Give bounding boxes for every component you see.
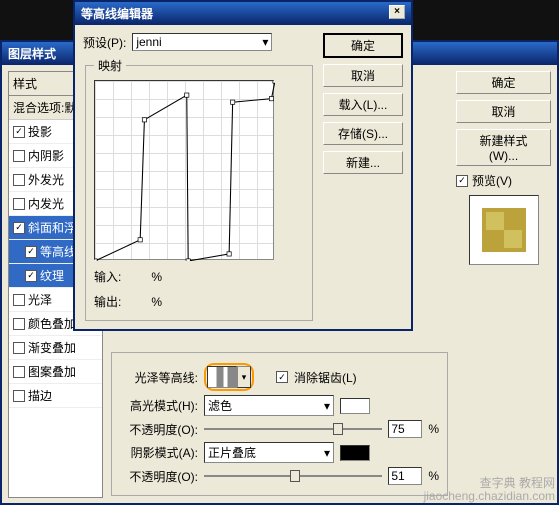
style-label: 图案叠加 xyxy=(28,363,76,380)
ok-button[interactable]: 确定 xyxy=(456,71,551,94)
shadow-mode-label: 阴影模式(A): xyxy=(120,444,198,461)
gloss-contour-swatch[interactable] xyxy=(207,366,237,388)
style-checkbox[interactable] xyxy=(13,150,25,162)
style-checkbox[interactable]: ✓ xyxy=(25,246,37,258)
style-checkbox[interactable] xyxy=(13,342,25,354)
close-icon[interactable]: × xyxy=(389,5,405,19)
style-checkbox[interactable] xyxy=(13,174,25,186)
output-label: 输出: xyxy=(94,293,121,310)
footer-watermark: 查字典 教程网 jiaocheng.chazidian.com xyxy=(424,477,555,503)
highlight-color-swatch[interactable] xyxy=(340,398,370,414)
shadow-opacity-value[interactable]: 51 xyxy=(388,467,422,485)
shadow-opacity-slider[interactable] xyxy=(204,468,382,484)
preset-label: 预设(P): xyxy=(83,34,126,51)
highlight-mode-select[interactable]: 滤色▾ xyxy=(204,395,334,416)
highlight-mode-label: 高光模式(H): xyxy=(120,397,198,414)
style-checkbox[interactable]: ✓ xyxy=(13,222,25,234)
style-label: 渐变叠加 xyxy=(28,339,76,356)
contour-editor-dialog: 等高线编辑器 × 预设(P): jenni▾ 映射 输入: % xyxy=(73,0,413,331)
preview-checkbox[interactable]: ✓ xyxy=(456,175,468,187)
shadow-opacity-label: 不透明度(O): xyxy=(120,468,198,485)
new-style-button[interactable]: 新建样式(W)... xyxy=(456,129,551,166)
style-checkbox[interactable]: ✓ xyxy=(13,126,25,138)
antialias-checkbox[interactable]: ✓ xyxy=(276,371,288,383)
chevron-down-icon: ▾ xyxy=(262,35,268,49)
gloss-contour-dropdown[interactable]: ▾ xyxy=(237,366,251,388)
style-label: 内阴影 xyxy=(28,147,64,164)
contour-cancel-button[interactable]: 取消 xyxy=(323,64,403,87)
style-item-描边[interactable]: 描边 xyxy=(9,384,102,408)
style-label: 光泽 xyxy=(28,291,52,308)
style-label: 纹理 xyxy=(40,267,64,284)
style-item-渐变叠加[interactable]: 渐变叠加 xyxy=(9,336,102,360)
contour-new-button[interactable]: 新建... xyxy=(323,151,403,174)
contour-load-button[interactable]: 载入(L)... xyxy=(323,93,403,116)
layer-style-right-column: 确定 取消 新建样式(W)... ✓ 预览(V) xyxy=(456,71,551,498)
highlight-opacity-value[interactable]: 75 xyxy=(388,420,422,438)
mapping-fieldset: 映射 输入: % 输出: % xyxy=(85,57,313,321)
highlight-opacity-label: 不透明度(O): xyxy=(120,421,198,438)
style-checkbox[interactable] xyxy=(13,390,25,402)
style-label: 等高线 xyxy=(40,243,76,260)
style-label: 外发光 xyxy=(28,171,64,188)
chevron-down-icon: ▾ xyxy=(324,399,330,413)
gloss-contour-label: 光泽等高线: xyxy=(120,369,198,386)
contour-editor-titlebar[interactable]: 等高线编辑器 × xyxy=(75,2,411,25)
chevron-down-icon: ▾ xyxy=(324,446,330,460)
contour-ok-button[interactable]: 确定 xyxy=(323,33,403,58)
shadow-mode-select[interactable]: 正片叠底▾ xyxy=(204,442,334,463)
style-label: 颜色叠加 xyxy=(28,315,76,332)
contour-graph[interactable] xyxy=(94,80,274,260)
cancel-button[interactable]: 取消 xyxy=(456,100,551,123)
preview-label: 预览(V) xyxy=(472,172,512,189)
bevel-settings: 光泽等高线: ▾ ✓ 消除锯齿(L) 高光模式(H): 滤色▾ 不透明度(O): xyxy=(111,352,448,496)
style-checkbox[interactable] xyxy=(13,318,25,330)
mapping-legend: 映射 xyxy=(94,57,126,74)
style-label: 内发光 xyxy=(28,195,64,212)
preset-select[interactable]: jenni▾ xyxy=(132,33,272,51)
input-unit: % xyxy=(151,270,162,284)
shadow-color-swatch[interactable] xyxy=(340,445,370,461)
style-checkbox[interactable] xyxy=(13,294,25,306)
style-checkbox[interactable] xyxy=(13,198,25,210)
antialias-label: 消除锯齿(L) xyxy=(294,369,357,386)
input-label: 输入: xyxy=(94,268,121,285)
style-label: 投影 xyxy=(28,123,52,140)
preview-thumbnail xyxy=(482,208,526,252)
style-item-图案叠加[interactable]: 图案叠加 xyxy=(9,360,102,384)
style-checkbox[interactable]: ✓ xyxy=(25,270,37,282)
preview-box xyxy=(469,195,539,265)
style-checkbox[interactable] xyxy=(13,366,25,378)
highlight-opacity-slider[interactable] xyxy=(204,421,382,437)
contour-save-button[interactable]: 存储(S)... xyxy=(323,122,403,145)
style-label: 描边 xyxy=(28,387,52,404)
gloss-contour-highlight: ▾ xyxy=(204,363,254,391)
output-unit: % xyxy=(151,295,162,309)
